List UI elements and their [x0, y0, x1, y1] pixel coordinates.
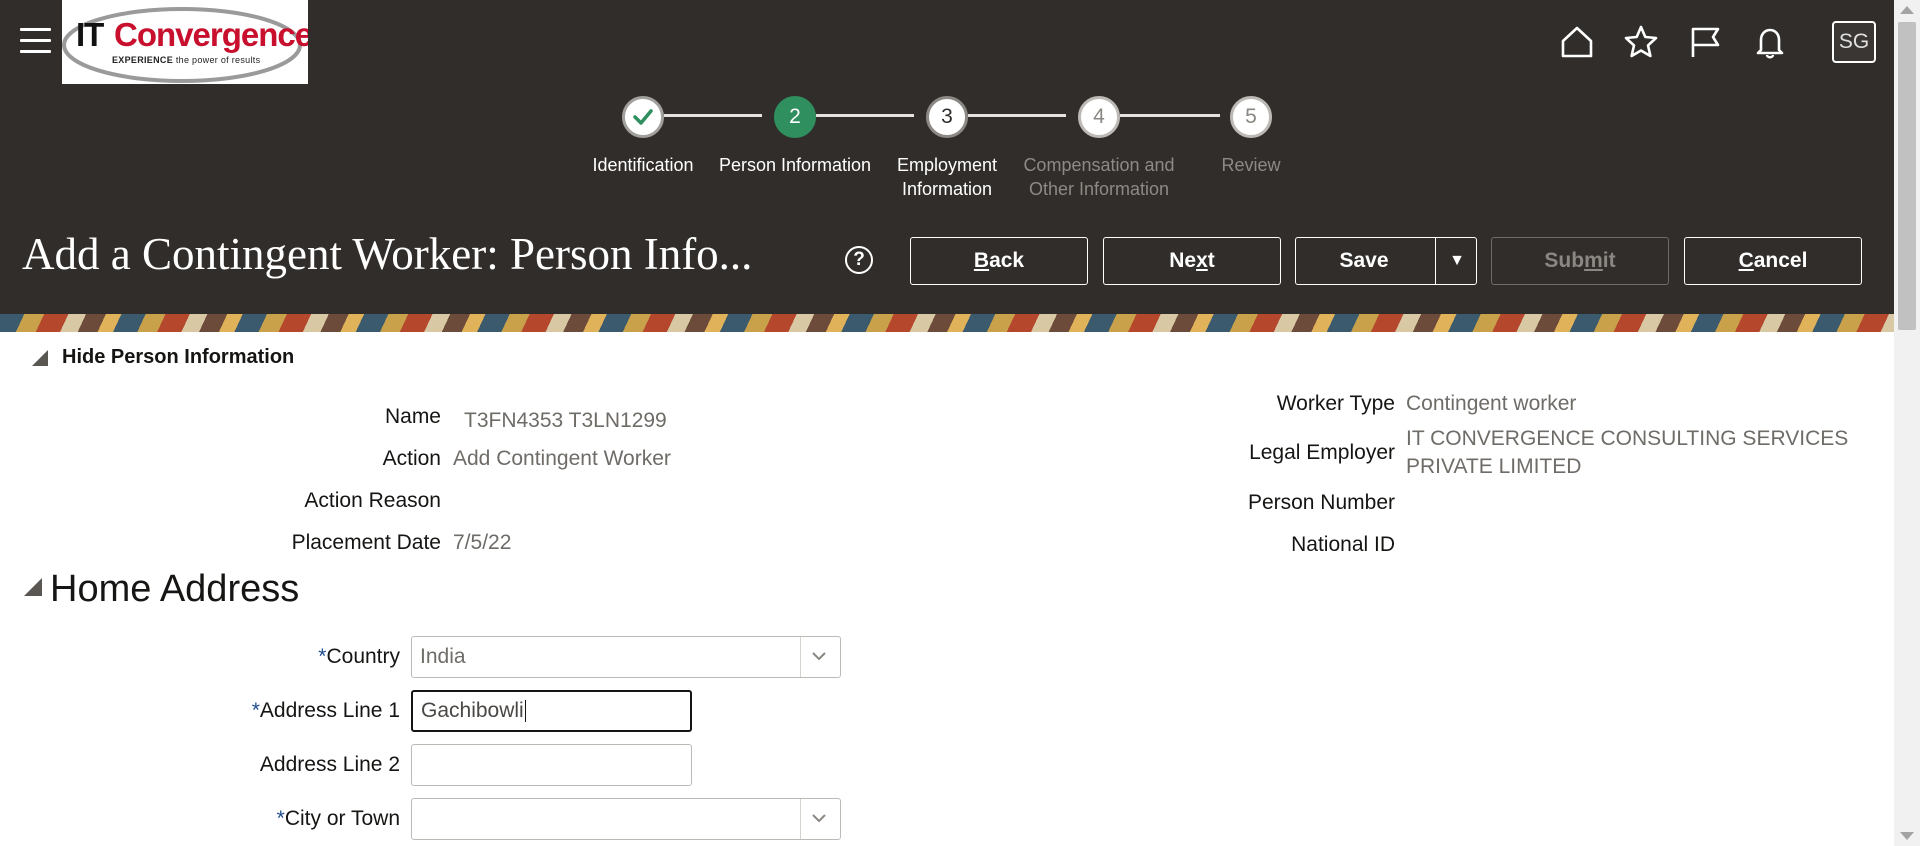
name-label: Name — [384, 405, 441, 428]
logo-tagline: EXPERIENCE the power of results — [112, 55, 261, 65]
flag-icon[interactable] — [1687, 24, 1723, 60]
action-value: Add Contingent Worker — [453, 447, 671, 470]
cancel-button[interactable]: Cancel — [1684, 237, 1862, 285]
text-caret — [524, 700, 526, 722]
person-number-label: Person Number — [1247, 491, 1395, 514]
train-label-person-information[interactable]: Person Information — [710, 153, 880, 177]
address-line1-value: Gachibowli — [421, 699, 524, 722]
page-title: Add a Contingent Worker: Person Info... — [22, 229, 753, 279]
worker-type-label: Worker Type — [1276, 392, 1395, 415]
train-step-identification[interactable] — [622, 96, 664, 138]
bell-icon[interactable] — [1752, 24, 1788, 60]
star-icon[interactable] — [1623, 24, 1659, 60]
placement-date-label: Placement Date — [291, 531, 441, 554]
address-line2-input[interactable] — [411, 744, 692, 786]
scrollbar-thumb[interactable] — [1898, 22, 1916, 330]
global-header: IT Convergence EXPERIENCE the power of r… — [0, 0, 1894, 314]
train-label-employment-information[interactable]: Employment Information — [880, 153, 1014, 201]
save-split-divider — [1435, 238, 1436, 284]
action-label: Action — [382, 447, 441, 470]
home-address-heading: Home Address — [50, 568, 300, 610]
home-address-collapse-icon[interactable] — [24, 578, 42, 596]
address-line1-label: *Address Line 1 — [251, 699, 400, 722]
logo-it-text: IT — [76, 16, 104, 53]
worker-type-value: Contingent worker — [1406, 392, 1577, 415]
action-reason-label: Action Reason — [304, 489, 441, 512]
scroll-down-icon[interactable] — [1900, 832, 1914, 840]
country-label: *Country — [318, 645, 400, 668]
checkmark-icon — [633, 109, 653, 125]
legal-employer-value: IT CONVERGENCE CONSULTING SERVICES — [1406, 427, 1849, 450]
submit-button[interactable]: Sub m it — [1491, 237, 1669, 285]
scroll-up-icon[interactable] — [1900, 6, 1914, 14]
user-avatar[interactable]: SG — [1832, 21, 1876, 63]
train-label-review[interactable]: Review — [1166, 153, 1336, 177]
logo-brand-text: Convergence — [114, 16, 308, 53]
train-label-identification[interactable]: Identification — [558, 153, 728, 177]
collapse-triangle-icon — [32, 349, 48, 366]
address-line2-label: Address Line 2 — [259, 753, 400, 776]
train-connector — [968, 114, 1066, 117]
chevron-down-icon[interactable] — [811, 810, 827, 826]
train-step-review[interactable]: 5 — [1230, 96, 1272, 138]
company-logo[interactable]: IT Convergence EXPERIENCE the power of r… — [62, 0, 308, 84]
select-divider — [800, 637, 801, 677]
city-select[interactable] — [411, 798, 841, 840]
country-select[interactable]: India — [411, 636, 841, 678]
help-icon[interactable]: ? — [845, 246, 873, 274]
train-connector — [664, 114, 762, 117]
legal-employer-value-line2: PRIVATE LIMITED — [1406, 455, 1582, 478]
back-button[interactable]: Back — [910, 237, 1088, 285]
save-dropdown-icon[interactable]: ▼ — [1438, 237, 1476, 285]
legal-employer-label: Legal Employer — [1249, 441, 1395, 464]
next-button[interactable]: Ne x t — [1103, 237, 1281, 285]
train-step-employment-information[interactable]: 3 — [926, 96, 968, 138]
required-icon: * — [276, 807, 285, 830]
country-select-value: India — [420, 645, 466, 668]
train-label-compensation[interactable]: Compensation and Other Information — [1014, 153, 1184, 201]
train-connector — [1120, 114, 1220, 117]
national-id-label: National ID — [1291, 533, 1395, 556]
hide-person-information-toggle[interactable]: Hide Person Information — [32, 346, 294, 369]
menu-icon[interactable] — [20, 28, 51, 58]
required-icon: * — [251, 699, 260, 722]
decorative-banner — [0, 314, 1894, 332]
train-connector — [816, 114, 914, 117]
train-step-compensation[interactable]: 4 — [1078, 96, 1120, 138]
hide-person-information-label: Hide Person Information — [62, 346, 295, 368]
home-icon[interactable] — [1559, 24, 1595, 60]
city-label: *City or Town — [276, 807, 400, 830]
chevron-down-icon[interactable] — [811, 648, 827, 664]
name-value: T3FN4353 T3LN1299 — [464, 409, 667, 432]
address-line1-input[interactable]: Gachibowli — [411, 690, 692, 732]
placement-date-value: 7/5/22 — [453, 531, 512, 554]
train-step-person-information[interactable]: 2 — [774, 96, 816, 138]
select-divider — [800, 799, 801, 839]
